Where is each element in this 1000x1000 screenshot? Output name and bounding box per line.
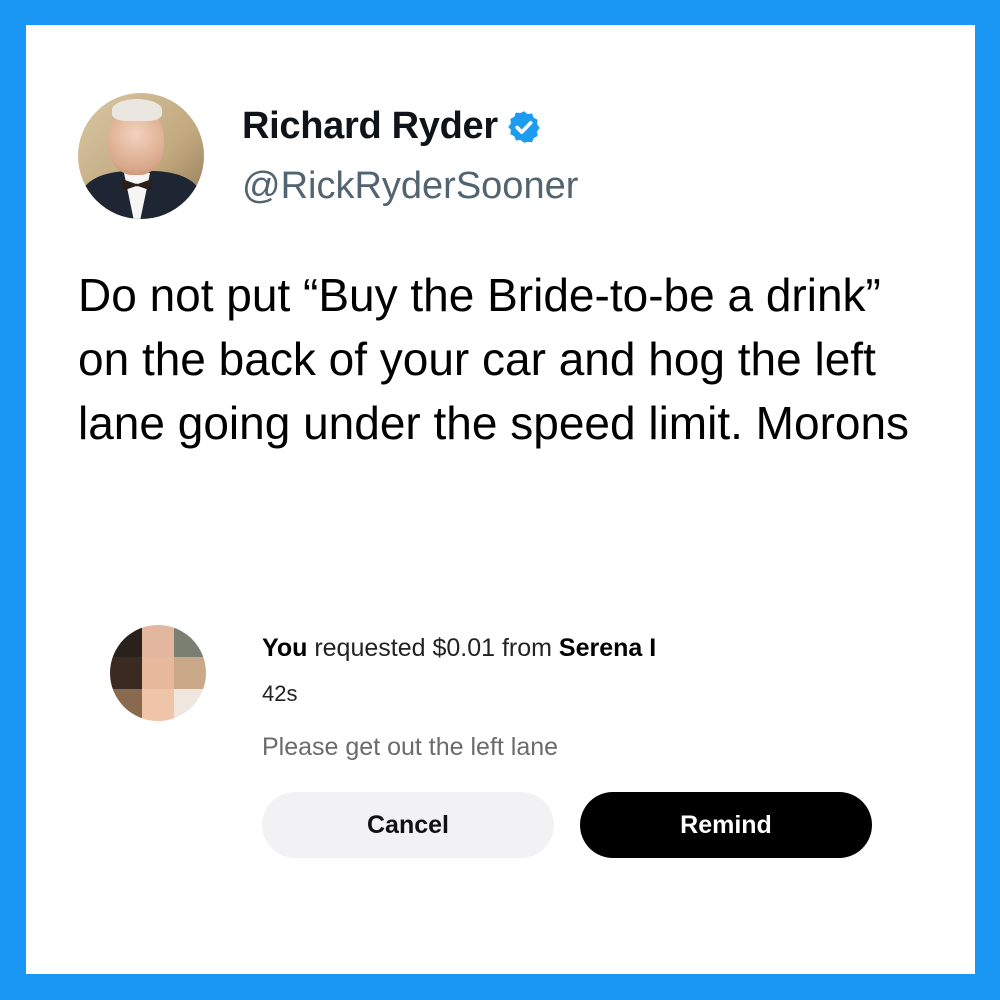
payment-timestamp: 42s bbox=[262, 681, 298, 706]
payment-note: Please get out the left lane bbox=[262, 733, 559, 761]
payment-request-line: You requested $0.01 from Serena I bbox=[262, 634, 656, 663]
remind-button[interactable]: Remind bbox=[580, 792, 872, 858]
cancel-button[interactable]: Cancel bbox=[262, 792, 554, 858]
payment-action: requested $0.01 from bbox=[307, 634, 559, 662]
tweet-card: Richard Ryder @RickRyderSooner Do not pu… bbox=[26, 25, 975, 974]
verified-badge-icon bbox=[508, 110, 540, 143]
payment-actor: You bbox=[262, 634, 308, 662]
recipient-avatar-pixelated bbox=[110, 625, 206, 721]
author-avatar[interactable] bbox=[78, 93, 204, 219]
author-handle[interactable]: @RickRyderSooner bbox=[242, 165, 578, 208]
tweet-text: Do not put “Buy the Bride-to-be a drink”… bbox=[78, 269, 910, 449]
payment-recipient[interactable]: Serena I bbox=[559, 634, 656, 662]
author-name-row: Richard Ryder bbox=[242, 105, 542, 148]
author-name[interactable]: Richard Ryder bbox=[242, 105, 498, 148]
